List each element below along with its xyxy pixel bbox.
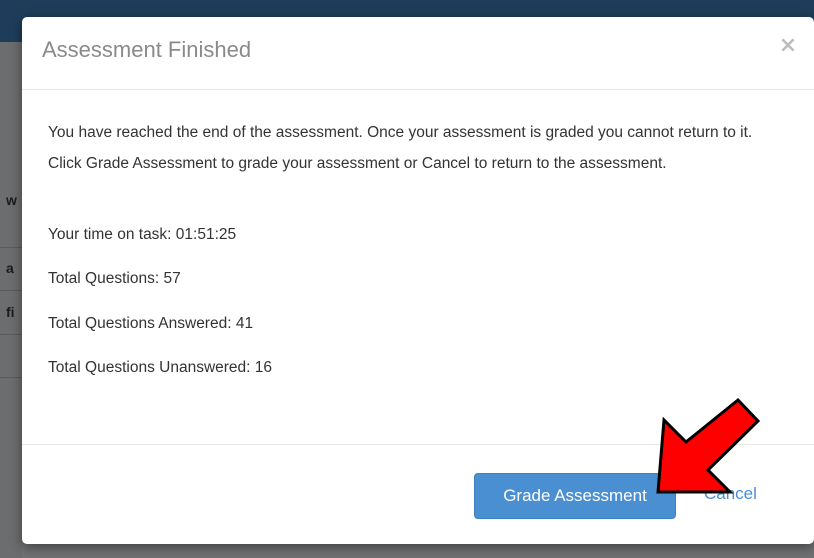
modal-body: You have reached the end of the assessme… xyxy=(48,117,788,179)
background-divider xyxy=(0,290,22,291)
total-questions: Total Questions: 57 xyxy=(48,270,181,287)
background-divider xyxy=(0,247,22,248)
total-questions-unanswered: Total Questions Unanswered: 16 xyxy=(48,359,273,376)
page-content-sliver: w a fi xyxy=(0,42,22,558)
background-text: fi xyxy=(6,304,15,320)
modal-title: Assessment Finished xyxy=(42,37,252,62)
background-text: w xyxy=(6,192,17,208)
modal-header: Assessment Finished × xyxy=(22,17,814,90)
time-on-task: Your time on task: 01:51:25 xyxy=(48,226,237,243)
red-arrow-icon xyxy=(656,397,761,494)
total-questions-answered: Total Questions Answered: 41 xyxy=(48,315,254,332)
background-text: a xyxy=(6,260,14,276)
background-divider xyxy=(0,377,22,378)
end-of-assessment-message: You have reached the end of the assessme… xyxy=(48,124,753,172)
background-divider xyxy=(0,334,22,335)
close-button[interactable]: × xyxy=(776,34,800,58)
